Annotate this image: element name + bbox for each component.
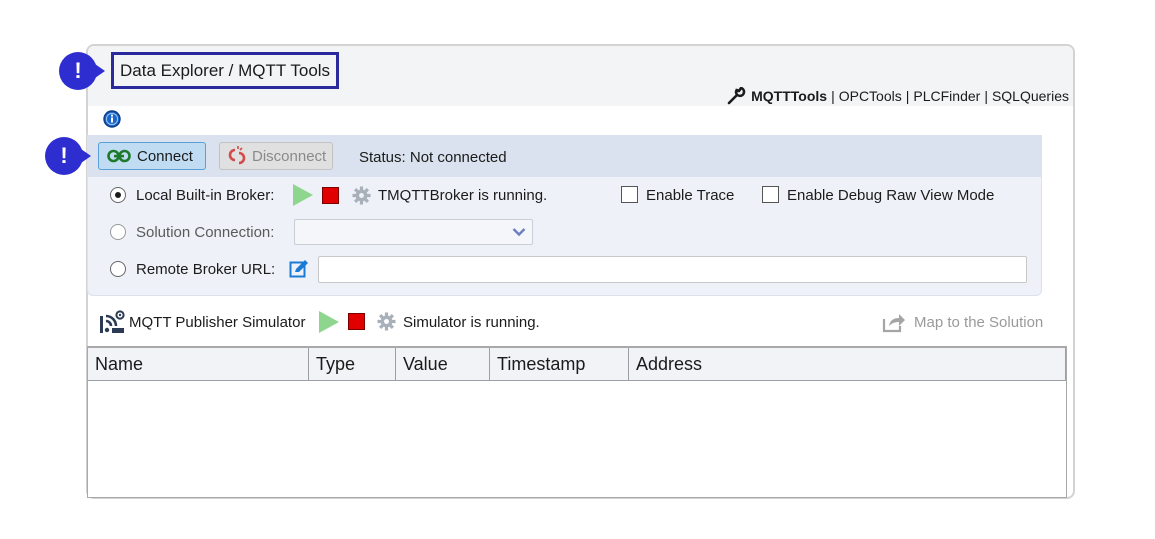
nav-separator: | [984,88,988,104]
wrench-icon [727,87,746,105]
enable-debug-label: Enable Debug Raw View Mode [787,187,995,204]
simulator-status-text: Simulator is running. [403,314,540,331]
nav-link-plcfinder[interactable]: PLCFinder [913,88,980,104]
annotation-badge-connect: ! [45,137,91,175]
broker-status-text: TMQTTBroker is running. [378,187,548,204]
simulator-start-icon[interactable] [319,311,339,333]
disconnect-button[interactable]: Disconnect [219,142,333,170]
data-grid[interactable]: Name Type Value Timestamp Address [87,346,1067,498]
column-header-type[interactable]: Type [309,348,396,380]
share-icon [882,314,905,333]
broken-link-icon [228,146,246,165]
broker-start-icon[interactable] [293,184,313,206]
solution-connection-radio[interactable] [110,224,126,240]
annotation-badge-title: ! [59,52,105,90]
nav-link-mqtttools[interactable]: MQTTTools [751,88,827,104]
page-title: Data Explorer / MQTT Tools [111,52,340,89]
local-broker-radio[interactable] [110,187,126,203]
enable-trace-label: Enable Trace [646,187,735,204]
info-icon[interactable] [103,110,121,128]
nav-link-sqlqueries[interactable]: SQLQueries [992,88,1069,104]
solution-connection-select[interactable] [294,219,533,245]
map-to-solution-label: Map to the Solution [914,313,1044,331]
column-header-address[interactable]: Address [629,348,1066,380]
enable-trace-checkbox[interactable] [621,186,638,203]
column-header-timestamp[interactable]: Timestamp [490,348,629,380]
page-title-text: Data Explorer / MQTT Tools [120,60,331,80]
column-header-name[interactable]: Name [88,348,309,380]
remote-broker-url-input[interactable] [318,256,1027,283]
nav-separator: | [905,88,910,104]
connect-label: Connect [137,147,193,165]
tools-nav: MQTTTools | OPCTools | PLCFinder | SQLQu… [727,87,1069,105]
map-to-solution-button[interactable]: Map to the Solution [880,311,1043,333]
remote-broker-radio[interactable] [110,261,126,277]
edit-icon[interactable] [289,259,310,279]
simulator-label: MQTT Publisher Simulator [129,314,306,331]
broker-stop-icon[interactable] [322,187,339,204]
chevron-down-icon [512,228,526,237]
nav-separator: | [831,88,835,104]
column-header-value[interactable]: Value [396,348,490,380]
simulator-settings-gear-icon[interactable] [377,312,396,331]
connect-button[interactable]: Connect [98,142,206,170]
annotation-badge-text: ! [74,58,82,83]
mqtt-simulator-icon [100,310,125,333]
annotation-badge-text: ! [60,143,68,168]
disconnect-label: Disconnect [252,147,327,165]
grid-header: Name Type Value Timestamp Address [88,348,1066,381]
nav-link-opctools[interactable]: OPCTools [839,88,902,104]
simulator-stop-icon[interactable] [348,313,365,330]
remote-broker-label: Remote Broker URL: [136,261,276,278]
solution-connection-label: Solution Connection: [136,224,275,241]
local-broker-label: Local Built-in Broker: [136,187,275,204]
connection-status: Status: Not connected [359,149,507,166]
link-icon [107,149,131,163]
broker-settings-gear-icon[interactable] [352,186,371,205]
enable-debug-checkbox[interactable] [762,186,779,203]
